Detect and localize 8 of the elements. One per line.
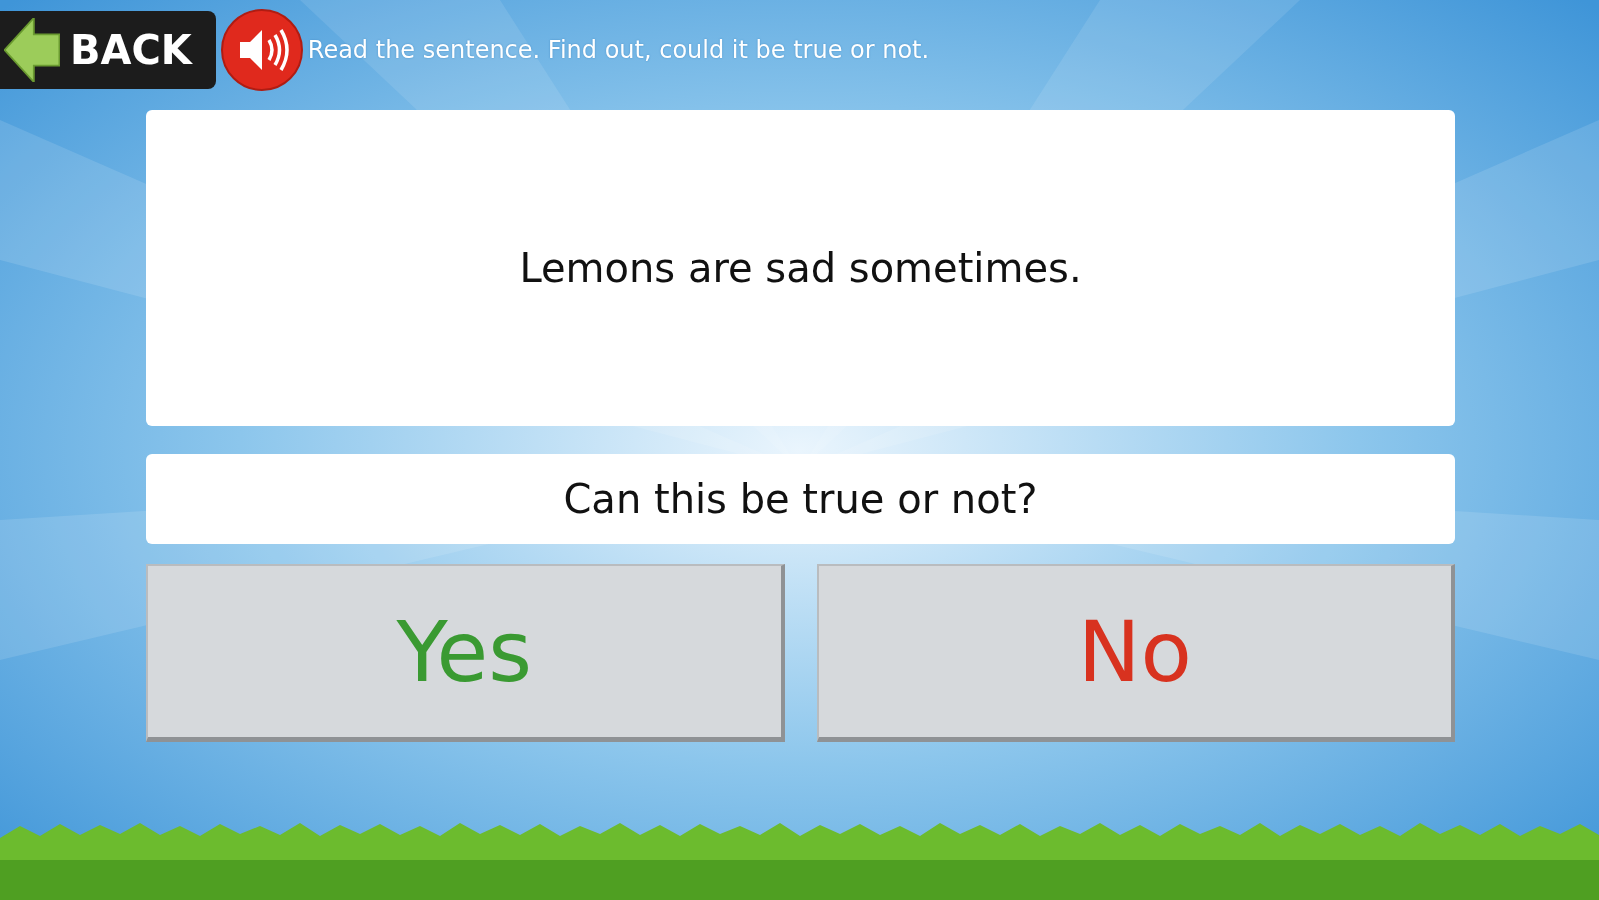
sentence-text: Lemons are sad sometimes. (519, 245, 1082, 291)
arrow-left-icon (4, 18, 60, 82)
yes-button[interactable]: Yes (146, 564, 785, 742)
speaker-icon[interactable] (219, 8, 304, 92)
back-button[interactable]: BACK (0, 11, 216, 89)
no-button[interactable]: No (816, 564, 1455, 742)
question-text: Can this be true or not? (563, 476, 1038, 522)
instruction-text: Read the sentence. Find out, could it be true or not. (307, 36, 930, 64)
